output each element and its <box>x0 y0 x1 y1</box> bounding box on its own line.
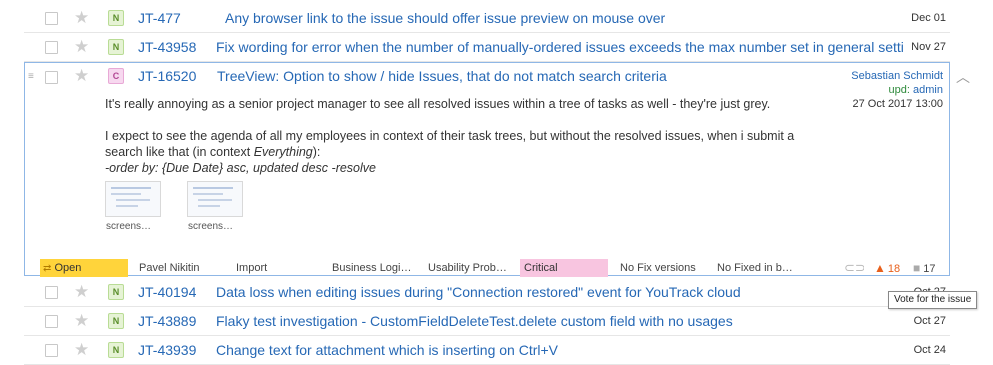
star-icon[interactable]: ★ <box>74 67 89 84</box>
attachment-label[interactable]: screens… <box>106 221 151 232</box>
issue-date: Nov 27 <box>911 41 946 53</box>
select-checkbox[interactable] <box>45 286 58 299</box>
issue-meta: Sebastian Schmidt upd: admin 27 Oct 2017… <box>851 69 943 111</box>
select-checkbox[interactable] <box>45 71 58 84</box>
select-checkbox[interactable] <box>45 12 58 25</box>
issue-id-link[interactable]: JT-43958 <box>138 39 196 55</box>
issue-summary-link[interactable]: Flaky test investigation - CustomFieldDe… <box>216 313 816 329</box>
star-icon[interactable]: ★ <box>74 283 89 300</box>
link-icon[interactable]: ⊂⊃ <box>844 259 864 277</box>
state-value: Open <box>54 262 82 274</box>
drag-handle-icon[interactable]: ≡ <box>28 72 34 82</box>
issue-date: Oct 24 <box>913 344 946 356</box>
issue-type-badge: N <box>108 10 124 26</box>
description-text: ): <box>312 145 321 159</box>
star-icon[interactable]: ★ <box>74 341 89 358</box>
comments-button[interactable]: ■ 17 <box>913 259 947 277</box>
star-icon[interactable]: ★ <box>74 312 89 329</box>
updated-by-link[interactable]: admin <box>913 84 943 96</box>
issue-date: Oct 27 <box>913 315 946 327</box>
issue-id-link[interactable]: JT-477 <box>138 10 181 26</box>
issue-description: It's really annoying as a senior project… <box>105 96 805 176</box>
usability-field[interactable]: Usability Prob… <box>428 259 514 277</box>
comment-icon: ■ <box>913 261 921 275</box>
description-line: -order by: {Due Date} asc, updated desc … <box>105 161 376 175</box>
state-icon: ⇄ <box>43 263 52 274</box>
issue-type-badge: N <box>108 39 124 55</box>
thumbs-up-icon: ▲ <box>874 261 886 275</box>
issue-row[interactable]: ★ N JT-40194 Data loss when editing issu… <box>24 278 950 307</box>
star-icon[interactable]: ★ <box>74 38 89 55</box>
issue-type-badge: C <box>108 68 124 84</box>
star-icon[interactable]: ★ <box>74 9 89 26</box>
state-field[interactable]: ⇄ Open <box>40 259 128 277</box>
issue-id-link[interactable]: JT-16520 <box>138 68 196 84</box>
updated-date: 27 Oct 2017 13:00 <box>852 98 943 110</box>
select-checkbox[interactable] <box>45 41 58 54</box>
priority-field[interactable]: Critical <box>520 259 608 277</box>
author-link[interactable]: Sebastian Schmidt <box>851 69 943 83</box>
issue-summary-link[interactable]: Any browser link to the issue should off… <box>225 10 915 26</box>
issue-type-badge: N <box>108 313 124 329</box>
updated-label: upd: <box>888 84 910 96</box>
attachment-thumbnail[interactable] <box>105 181 161 217</box>
comment-count: 17 <box>923 263 936 275</box>
select-checkbox[interactable] <box>45 344 58 357</box>
description-emphasis: Everything <box>253 145 313 159</box>
description-line: It's really annoying as a senior project… <box>105 97 771 111</box>
issue-id-link[interactable]: JT-43939 <box>138 342 196 358</box>
attachment-thumbnail[interactable] <box>187 181 243 217</box>
fixed-in-field[interactable]: No Fixed in b… <box>717 259 803 277</box>
vote-button[interactable]: ▲ 18 <box>874 259 908 277</box>
description-line: search like that (in context Everything)… <box>105 144 805 160</box>
expanded-issue[interactable]: ≡ ★ C JT-16520 TreeView: Option to show … <box>24 62 950 276</box>
issue-id-link[interactable]: JT-43889 <box>138 313 196 329</box>
description-text: search like that (in context <box>105 145 254 159</box>
issue-summary-link[interactable]: Change text for attachment which is inse… <box>216 342 816 358</box>
select-checkbox[interactable] <box>45 315 58 328</box>
issue-type-badge: N <box>108 342 124 358</box>
issue-summary-link[interactable]: Fix wording for error when the number of… <box>216 39 903 55</box>
fix-versions-field[interactable]: No Fix versions <box>620 259 706 277</box>
vote-tooltip: Vote for the issue <box>888 291 978 309</box>
subsystem-field[interactable]: Import <box>236 259 316 277</box>
issue-type-badge: N <box>108 284 124 300</box>
issue-summary-link[interactable]: Data loss when editing issues during "Co… <box>216 284 816 300</box>
collapse-chevron-icon[interactable]: ︿ <box>956 67 970 87</box>
issue-fields-bar: ⇄ Open Pavel Nikitin Import Business Log… <box>40 259 950 277</box>
business-field[interactable]: Business Logi… <box>332 259 418 277</box>
issue-row[interactable]: ★ N JT-43939 Change text for attachment … <box>24 336 950 365</box>
issue-date: Dec 01 <box>911 12 946 24</box>
attachment-label[interactable]: screens… <box>188 221 233 232</box>
assignee-field[interactable]: Pavel Nikitin <box>139 259 219 277</box>
vote-count: 18 <box>887 263 901 275</box>
issue-row[interactable]: ★ N JT-477 Any browser link to the issue… <box>24 4 950 33</box>
issue-summary-link[interactable]: TreeView: Option to show / hide Issues, … <box>217 68 777 84</box>
description-line: I expect to see the agenda of all my emp… <box>105 129 795 143</box>
issue-row[interactable]: ★ N JT-43889 Flaky test investigation - … <box>24 307 950 336</box>
issue-id-link[interactable]: JT-40194 <box>138 284 196 300</box>
issue-row[interactable]: ★ N JT-43958 Fix wording for error when … <box>24 33 950 62</box>
